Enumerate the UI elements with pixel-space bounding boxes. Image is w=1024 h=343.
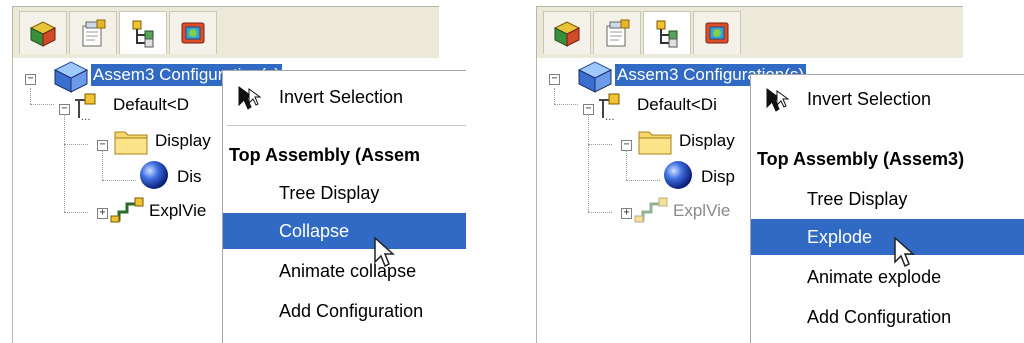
tree-explview-label[interactable]: ExplVie [673,200,730,222]
tree-default-label[interactable]: Default<D [113,94,189,116]
menu-collapse-label: Collapse [279,221,350,241]
assembly-icon [53,61,89,93]
menu-add-configuration-label: Add Configuration [807,307,952,327]
menu-add-configuration[interactable]: Add Configuration [751,299,1024,335]
tree-display-child-label[interactable]: Dis [177,166,202,188]
menu-tree-display[interactable]: Tree Display [223,175,466,211]
menu-section-header: Top Assembly (Assem3) [757,149,965,169]
menu-explode[interactable]: Explode [751,219,1024,255]
menu-invert-selection-label: Invert Selection [279,87,404,107]
panel-explode: − Assem3 Configuration(s) − ... Default<… [524,0,1024,343]
display-manager-icon [181,22,205,44]
feature-manager-icon [553,21,581,47]
menu-add-configuration-label: Add Configuration [279,301,424,321]
assembly-icon [577,61,613,93]
folder-icon [638,131,672,155]
menu-invert-selection[interactable]: Invert Selection [751,81,1024,117]
configuration-manager-icon [132,20,154,48]
menu-tree-display-label: Tree Display [807,189,908,209]
svg-text:...: ... [81,112,91,122]
menu-tree-display[interactable]: Tree Display [751,181,1024,217]
tree-display-child-label[interactable]: Disp [701,166,735,188]
tree-display-label[interactable]: Display [155,130,211,152]
tab-property-manager[interactable] [69,11,117,54]
tree-display-label[interactable]: Display [679,130,735,152]
menu-add-configuration[interactable]: Add Configuration [223,293,466,329]
configuration-manager-icon [656,20,678,48]
invert-selection-icon [766,88,790,112]
folder-icon [114,131,148,155]
menu-explode-label: Explode [807,227,873,247]
sphere-icon [664,161,692,189]
menu-animate-explode-label: Animate explode [807,267,942,287]
explview-expand-toggle[interactable]: + [621,208,632,219]
manager-tab-strip [536,6,963,59]
svg-text:...: ... [605,112,615,122]
menu-separator [227,125,466,126]
menu-animate-collapse[interactable]: Animate collapse [223,253,466,289]
configuration-icon: ... [75,93,96,122]
feature-manager-icon [29,21,57,47]
tree-explview-label[interactable]: ExplVie [149,200,206,222]
invert-selection-icon [238,86,262,110]
display-manager-icon [705,22,729,44]
tab-feature-manager[interactable] [19,11,67,54]
property-manager-icon [82,19,106,47]
configuration-icon: ... [599,93,620,122]
context-menu: Invert Selection Top Assembly (Assem3) T… [750,74,1024,343]
tree-default-label[interactable]: Default<Di [637,94,717,116]
tab-property-manager[interactable] [593,11,641,54]
mouse-pointer-icon [374,236,395,268]
root-collapse-toggle[interactable]: − [25,74,36,85]
manager-tab-strip [12,6,439,59]
tab-configuration-manager[interactable] [119,11,167,54]
explview-expand-toggle[interactable]: + [97,208,108,219]
tab-display-manager[interactable] [169,11,217,54]
exploded-view-icon [110,197,144,223]
panel-collapse: − Assem3 Configuration(s) − ... Default<… [0,0,466,343]
menu-section-header: Top Assembly (Assem [229,145,421,165]
tab-feature-manager[interactable] [543,11,591,54]
context-menu: Invert Selection Top Assembly (Assem Tre… [222,70,466,343]
root-collapse-toggle[interactable]: − [549,74,560,85]
property-manager-icon [606,19,630,47]
menu-tree-display-label: Tree Display [279,183,380,203]
tab-configuration-manager[interactable] [643,11,691,54]
menu-collapse[interactable]: Collapse [223,213,466,249]
tab-display-manager[interactable] [693,11,741,54]
menu-animate-explode[interactable]: Animate explode [751,259,1024,295]
exploded-view-icon [634,197,668,223]
menu-invert-selection-label: Invert Selection [807,89,932,109]
menu-invert-selection[interactable]: Invert Selection [223,79,466,115]
sphere-icon [140,161,168,189]
mouse-pointer-icon [894,236,915,268]
